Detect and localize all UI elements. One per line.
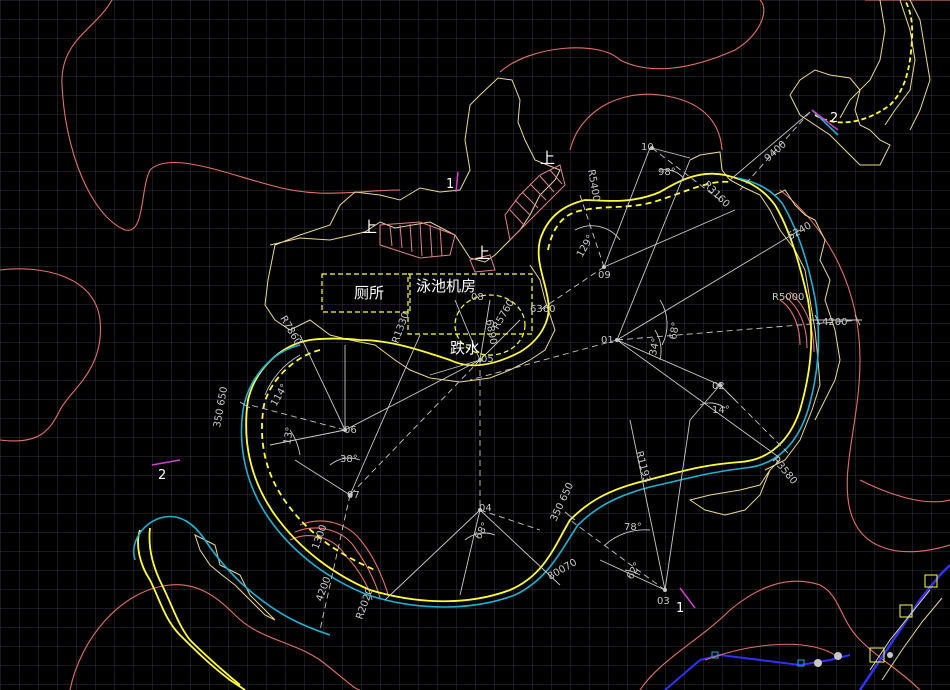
contour-top-left	[61, 0, 401, 231]
section-1-top-marker	[455, 171, 459, 193]
toilet-label: 厕所	[354, 284, 384, 302]
pool-edge	[137, 0, 914, 690]
dim-4200-low: 4200	[314, 575, 333, 603]
point-03-label: 03	[657, 596, 670, 607]
contour-wall-1	[779, 299, 801, 346]
point-05-label: 05	[481, 354, 494, 365]
point-02-label: 02	[712, 381, 725, 392]
point-08-label: 08	[471, 292, 484, 303]
rock-edge-right	[689, 151, 821, 471]
dim-r7860: R7860	[277, 314, 303, 348]
dim-r3160: R3160	[701, 179, 732, 210]
terrace-outline	[264, 77, 561, 383]
angle-129: 129°	[575, 233, 597, 259]
pump-room-label: 泳池机房	[416, 277, 476, 295]
contour-left-lobe	[0, 268, 101, 442]
dim-r1193: R1193	[633, 450, 652, 484]
dim-350-650-left: 350 650	[212, 386, 230, 429]
dim-r1330: R1330	[390, 311, 411, 345]
point-labels: 01 02 03 04 05 06 07 08 09 10	[344, 142, 725, 607]
point-04-label: 04	[479, 503, 492, 514]
dim-80070: 80070	[546, 557, 579, 582]
dim-9400: 9400	[763, 139, 789, 164]
pool-edge-dashed-top	[547, 180, 731, 251]
water-line	[133, 109, 839, 636]
section-2-top-label: 2	[830, 111, 838, 126]
angle-13: 13°	[282, 426, 296, 445]
contour-right-big	[779, 189, 950, 553]
water-line-bottom-left	[133, 515, 331, 636]
pool-bottom-left	[137, 529, 246, 690]
angle-68b: 68°	[473, 521, 491, 542]
waterfall-label: 跌水	[450, 339, 480, 357]
dimension-labels: 9400 6240 4200 R5000 R5400 R3160 6360 R7…	[212, 139, 847, 621]
cad-drawing[interactable]: 厕所 泳池机房 跌水 上 上 上 1 2 2 1 01 02 03 04 05 …	[0, 0, 950, 690]
section-1-bottom-label: 1	[676, 601, 684, 616]
angle-78: 78°	[624, 522, 642, 533]
contour-right-edge	[859, 479, 950, 503]
point-06-label: 06	[344, 425, 357, 436]
steps	[379, 164, 566, 273]
rock-bottom-right	[688, 459, 781, 516]
section-2-left-marker	[151, 459, 181, 466]
building-outline	[194, 0, 931, 621]
stream-top-right	[839, 0, 916, 126]
rock-right-col	[909, 0, 931, 131]
point-09-label: 09	[598, 270, 611, 281]
up-label-2: 上	[362, 218, 377, 236]
dim-r5000: R5000	[772, 292, 804, 303]
dim-r2020: R2020	[354, 587, 375, 621]
dim-r3580: R3580	[770, 455, 799, 487]
angle-98: 98°	[658, 167, 676, 178]
point-01-label: 01	[601, 335, 614, 346]
angle-14: 14°	[712, 405, 730, 416]
section-1-top-label: 1	[446, 177, 454, 192]
stream-yellow-top-right	[814, 0, 914, 124]
point-10-label: 10	[641, 142, 654, 153]
pipe-network	[664, 564, 950, 690]
water-line-main	[240, 177, 820, 608]
pool-edge-main	[245, 172, 813, 603]
angle-38: 38°	[340, 454, 358, 465]
dim-6360: 6360	[530, 304, 555, 315]
up-label-3: 上	[475, 244, 490, 262]
contour-bottom-right	[639, 580, 921, 690]
dim-r5400: R5400	[585, 169, 601, 203]
contour-top-mid	[499, 0, 765, 73]
point-markers	[343, 146, 722, 592]
point-07-label: 07	[347, 490, 360, 501]
angle-68: 68°	[668, 321, 682, 340]
section-markers	[151, 109, 839, 609]
dim-4200: 4200	[822, 317, 847, 328]
angle-34: 34°	[648, 337, 662, 356]
up-label-1: 上	[540, 149, 555, 167]
section-2-left-label: 2	[158, 468, 166, 483]
